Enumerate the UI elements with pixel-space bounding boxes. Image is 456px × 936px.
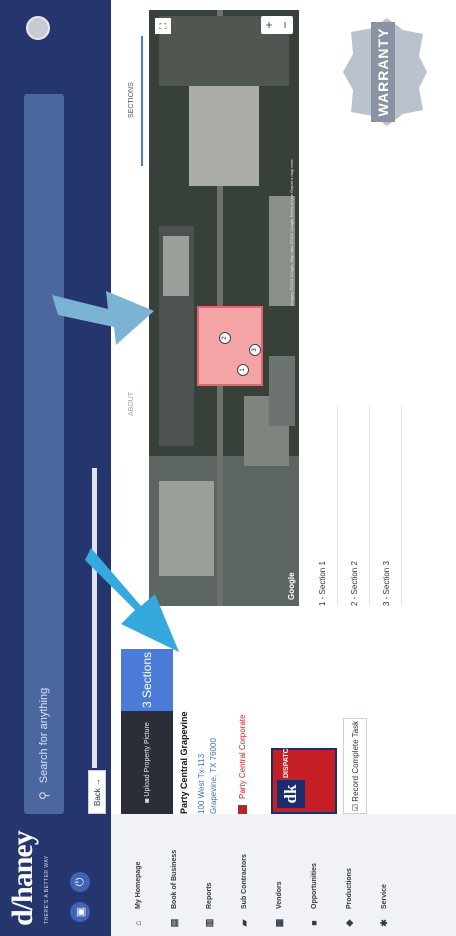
dk-letters: dk	[277, 780, 305, 808]
camera-icon: ◙	[143, 796, 151, 803]
upload-label: Upload Property Picture	[143, 722, 151, 797]
main-content: ABOUT SECTIONS 1 2 3 Google ⛶ + − Imager…	[111, 0, 456, 616]
map-pin-1[interactable]: 1	[237, 364, 249, 376]
upload-picture-button[interactable]: ◙ Upload Property Picture	[121, 711, 173, 814]
sections-count: 3 Sections	[140, 651, 154, 709]
sidebar: ⌂ My Homepage ▤ Book of Business ▥ Repor…	[111, 814, 456, 936]
property-name: Party Central Grapevine	[179, 711, 189, 814]
search-input[interactable]: ⚲ Search for anything	[24, 94, 64, 814]
map-building	[189, 86, 259, 186]
vendors-icon: ▦	[274, 918, 284, 928]
map-pin-3[interactable]: 3	[249, 344, 261, 356]
corporate-link[interactable]: Party Central Corporate	[238, 715, 247, 814]
arrow-right-icon: →	[92, 777, 102, 786]
sidebar-item-book-of-business[interactable]: ▤ Book of Business	[169, 850, 180, 928]
sidebar-item-productions[interactable]: ◆ Productions	[344, 868, 355, 928]
book-icon: ▤	[169, 918, 179, 928]
zoom-out-button[interactable]: −	[277, 16, 293, 34]
address-line1[interactable]: 100 West Tx-113	[197, 754, 206, 814]
satellite-map[interactable]: 1 2 3 Google ⛶ + − Imagery ©2019 Google,…	[149, 10, 299, 606]
sidebar-item-label: Book of Business	[171, 849, 178, 909]
search-placeholder: Search for anything	[38, 687, 50, 784]
google-watermark: Google	[287, 572, 296, 600]
user-avatar[interactable]	[26, 16, 50, 40]
truck-icon: ▰	[239, 919, 249, 927]
sidebar-item-sub-contractors[interactable]: ▰ Sub Contractors	[239, 854, 250, 928]
dhaney-logo[interactable]: d/haney	[6, 831, 40, 926]
pointer-arrow-icon	[85, 548, 179, 652]
reports-icon: ▥	[204, 918, 214, 928]
fullscreen-icon[interactable]: ⛶	[155, 18, 171, 34]
address-line2[interactable]: Grapevine, TX 76000	[209, 738, 218, 814]
zoom-control[interactable]: + −	[261, 16, 293, 34]
map-building	[269, 356, 295, 426]
logo-tagline: THERE'S A BETTER WAY	[44, 855, 50, 924]
tab-about[interactable]: ABOUT	[117, 392, 145, 416]
sidebar-item-label: Productions	[346, 868, 353, 909]
warranty-badge: WARRANTY	[341, 16, 427, 128]
map-building	[163, 236, 189, 296]
sidebar-item-label: Opportunities	[310, 863, 318, 909]
corporate-name: Party Central Corporate	[238, 714, 247, 799]
dk-dispatch-logo[interactable]: dk DISPATCH	[271, 743, 337, 814]
map-attribution: Imagery ©2019 Google, Map data ©2019 Goo…	[289, 159, 294, 306]
task-label: Record Complete Task	[350, 720, 360, 802]
back-label: Back	[92, 788, 102, 807]
zoom-in-button[interactable]: +	[261, 16, 277, 34]
map-pin-2[interactable]: 2	[219, 332, 231, 344]
checkbox-icon: ☑	[350, 801, 360, 812]
corporate-color-swatch	[238, 805, 247, 814]
section-list-item-2[interactable]: 2 - Section 2	[339, 406, 370, 606]
section-list-item-1[interactable]: 1 - Section 1	[307, 406, 338, 606]
warranty-label: WARRANTY	[375, 27, 391, 117]
sidebar-item-my-homepage[interactable]: ⌂ My Homepage	[133, 862, 143, 928]
folder-icon: ■	[309, 920, 319, 926]
sidebar-item-service[interactable]: ✱ Service	[379, 884, 390, 928]
record-complete-task-button[interactable]: ☑ Record Complete Task	[343, 718, 367, 814]
sidebar-item-opportunities[interactable]: ■ Opportunities	[309, 863, 319, 928]
pointer-arrow-icon	[52, 291, 154, 345]
wrench-icon: ✱	[379, 919, 389, 927]
sidebar-item-vendors[interactable]: ▦ Vendors	[274, 881, 285, 928]
sidebar-item-label: Service	[381, 884, 388, 909]
sidebar-item-label: Sub Contractors	[241, 854, 248, 909]
calendar-icon[interactable]: ▣	[70, 902, 90, 922]
productions-icon: ◆	[344, 919, 354, 927]
sidebar-item-reports[interactable]: ▥ Reports	[204, 883, 215, 928]
power-icon[interactable]: ⏻	[70, 872, 90, 892]
active-tab-indicator	[141, 36, 143, 166]
app-window: d/haney THERE'S A BETTER WAY ▣ ⏻ ⚲ Searc…	[0, 0, 456, 936]
search-icon: ⚲	[37, 791, 51, 800]
sidebar-item-label: My Homepage	[134, 861, 142, 909]
dispatch-word: DISPATCH	[283, 743, 290, 778]
section-list-item-3[interactable]: 3 - Section 3	[371, 406, 402, 606]
sidebar-item-label: Reports	[206, 882, 213, 909]
home-icon: ⌂	[133, 920, 143, 926]
back-button[interactable]: Back →	[88, 770, 106, 814]
sidebar-item-label: Vendors	[276, 881, 283, 909]
screenshot-stage: d/haney THERE'S A BETTER WAY ▣ ⏻ ⚲ Searc…	[0, 0, 456, 936]
